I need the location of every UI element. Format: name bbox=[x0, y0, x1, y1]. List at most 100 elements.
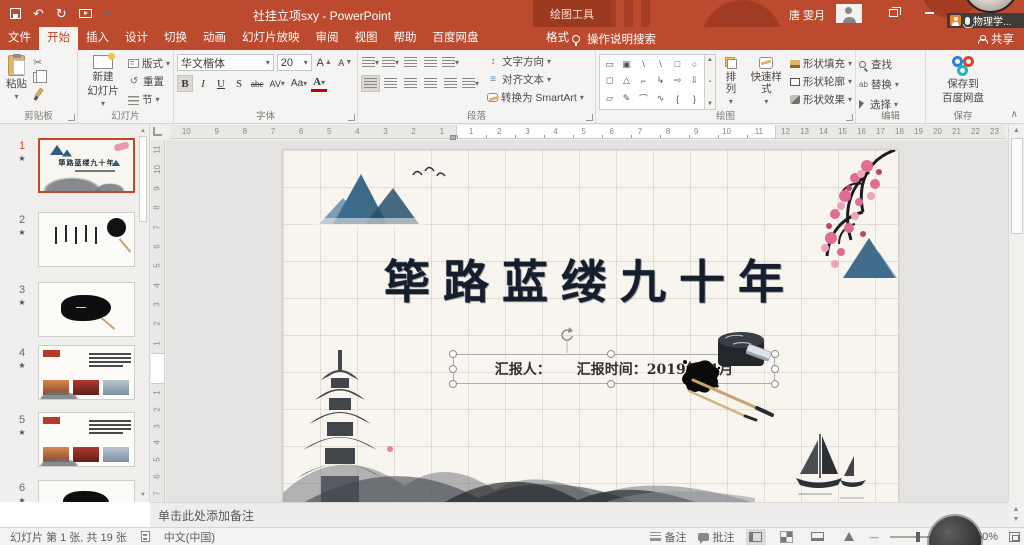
undo-icon[interactable]: ↶ bbox=[33, 7, 44, 20]
slide-title-text[interactable]: 筚路蓝缕九十年 bbox=[283, 246, 898, 312]
shape-glyph[interactable]: □ bbox=[675, 59, 680, 69]
start-slideshow-icon[interactable] bbox=[79, 9, 92, 18]
canvas-scrollbar[interactable]: ▲ bbox=[1008, 124, 1024, 502]
character-spacing-button[interactable]: AV▾ bbox=[268, 75, 287, 92]
zoom-slider-thumb[interactable] bbox=[916, 532, 920, 542]
zoom-out-button[interactable]: — bbox=[870, 532, 879, 542]
align-text-button[interactable]: ≡对齐文本▾ bbox=[487, 72, 584, 87]
selection-handle-sw[interactable] bbox=[449, 380, 457, 388]
qat-customize-icon[interactable]: ▾ bbox=[104, 7, 111, 20]
shape-glyph[interactable]: ▭ bbox=[605, 59, 614, 70]
vertical-ruler[interactable]: 1110987654321 1234567 bbox=[150, 140, 166, 502]
new-slide-button[interactable]: 新建 幻灯片 ▾ bbox=[81, 54, 125, 110]
previous-slide-icon[interactable]: ▲ bbox=[1013, 506, 1020, 514]
decrease-indent-button[interactable] bbox=[401, 54, 420, 71]
tab-slideshow[interactable]: 幻灯片放映 bbox=[234, 27, 308, 50]
shape-glyph[interactable]: { bbox=[676, 94, 679, 104]
replace-button[interactable]: ab替换▾ bbox=[859, 77, 899, 92]
slide-thumbnail-5[interactable] bbox=[38, 412, 135, 467]
comments-toggle-button[interactable]: 批注 bbox=[698, 529, 735, 545]
tab-view[interactable]: 视图 bbox=[347, 27, 386, 50]
shape-glyph[interactable]: ▱ bbox=[606, 93, 613, 104]
align-right-button[interactable] bbox=[401, 75, 420, 92]
align-left-button[interactable] bbox=[361, 75, 380, 92]
shape-glyph[interactable]: ▣ bbox=[622, 59, 631, 70]
selection-handle-n[interactable] bbox=[607, 350, 615, 358]
tab-insert[interactable]: 插入 bbox=[78, 27, 117, 50]
tab-home[interactable]: 开始 bbox=[39, 27, 78, 50]
thumbnail-scroll-up-icon[interactable]: ▲ bbox=[140, 126, 146, 136]
section-button[interactable]: 节▾ bbox=[128, 92, 170, 107]
shape-glyph[interactable]: ○ bbox=[692, 59, 697, 69]
slide-canvas[interactable]: 筚路蓝缕九十年 汇报人： 汇报时间：2019年11月 bbox=[166, 140, 1008, 502]
rotate-handle[interactable] bbox=[559, 326, 575, 354]
sailboats-image[interactable] bbox=[788, 430, 870, 502]
tab-help[interactable]: 帮助 bbox=[386, 27, 425, 50]
canvas-scrollbar-thumb[interactable] bbox=[1011, 138, 1023, 234]
meeting-overlay-bar[interactable]: 物理学... bbox=[947, 13, 1024, 28]
collapse-ribbon-button[interactable]: ∧ bbox=[1011, 109, 1018, 120]
shape-glyph[interactable]: ∿ bbox=[657, 93, 665, 104]
slide-nav-buttons[interactable]: ▲ ▼ bbox=[1008, 502, 1024, 527]
tab-animations[interactable]: 动画 bbox=[195, 27, 234, 50]
columns-button[interactable]: ▾ bbox=[461, 75, 480, 92]
horizontal-ruler[interactable]: 10987654321 1234567891011 12131415161718… bbox=[150, 124, 1008, 140]
shapes-scroll-down-icon[interactable]: ▼ bbox=[707, 101, 713, 107]
slideshow-view-button[interactable] bbox=[839, 529, 859, 545]
notes-pane[interactable]: 单击此处添加备注 bbox=[150, 502, 1008, 527]
drawing-dialog-launcher[interactable] bbox=[846, 114, 853, 121]
grow-font-button[interactable]: A▲ bbox=[315, 54, 334, 71]
convert-smartart-button[interactable]: 转换为 SmartArt▾ bbox=[487, 90, 584, 105]
restore-window-icon[interactable] bbox=[889, 9, 898, 17]
numbering-button[interactable]: ▾ bbox=[381, 54, 400, 71]
slide-thumbnail-2[interactable] bbox=[38, 212, 135, 267]
reset-button[interactable]: ↺重置 bbox=[128, 74, 170, 89]
shape-outline-button[interactable]: 形状轮廓▾ bbox=[790, 74, 852, 89]
bold-button[interactable]: B bbox=[177, 75, 193, 92]
text-shadow-button[interactable]: S bbox=[231, 75, 247, 92]
copy-button[interactable] bbox=[33, 72, 42, 83]
indent-marker[interactable] bbox=[450, 135, 456, 140]
save-to-baidu-button[interactable]: 保存到 百度网盘 bbox=[939, 54, 987, 110]
font-dialog-launcher[interactable] bbox=[348, 114, 355, 121]
fit-slide-to-window-icon[interactable] bbox=[1009, 532, 1020, 542]
notes-placeholder[interactable]: 单击此处添加备注 bbox=[158, 507, 254, 524]
clipboard-dialog-launcher[interactable] bbox=[68, 114, 75, 121]
selection-handle-nw[interactable] bbox=[449, 350, 457, 358]
selection-handle-w[interactable] bbox=[449, 365, 457, 373]
selection-handle-se[interactable] bbox=[771, 380, 779, 388]
tab-baidu-netdisk[interactable]: 百度网盘 bbox=[425, 27, 487, 50]
selection-handle-s[interactable] bbox=[607, 380, 615, 388]
ink-mountains-left-image[interactable] bbox=[313, 162, 425, 232]
line-spacing-button[interactable]: ▾ bbox=[441, 54, 460, 71]
redo-icon[interactable]: ↻ bbox=[56, 7, 67, 20]
tab-file[interactable]: 文件 bbox=[0, 27, 39, 50]
normal-view-button[interactable] bbox=[746, 529, 766, 545]
shape-fill-button[interactable]: 形状填充▾ bbox=[790, 56, 852, 71]
minimize-icon[interactable] bbox=[925, 12, 934, 14]
slide-sorter-view-button[interactable] bbox=[777, 529, 797, 545]
shape-glyph[interactable]: △ bbox=[623, 75, 630, 86]
reading-view-button[interactable] bbox=[808, 529, 828, 545]
shapes-gallery[interactable]: ▭▣\\□○◻△⌐↳⇨⇩▱✎⌒∿{} bbox=[599, 54, 705, 110]
font-size-combobox[interactable]: 20 ▾ bbox=[277, 54, 312, 71]
shape-glyph[interactable]: ✎ bbox=[623, 93, 631, 104]
shape-glyph[interactable]: \ bbox=[659, 59, 662, 69]
tab-transitions[interactable]: 切换 bbox=[156, 27, 195, 50]
find-button[interactable]: 查找 bbox=[859, 57, 899, 72]
thumbnail-scrollbar-thumb[interactable] bbox=[139, 136, 147, 222]
cut-button[interactable]: ✂ bbox=[33, 56, 45, 69]
next-slide-icon[interactable]: ▼ bbox=[1013, 516, 1020, 524]
shapes-scroll-up-icon[interactable]: ▲ bbox=[707, 57, 713, 63]
font-name-combobox[interactable]: 华文楷体 ▾ bbox=[177, 54, 274, 71]
underline-button[interactable]: U bbox=[213, 75, 229, 92]
shape-glyph[interactable]: ◻ bbox=[606, 75, 613, 86]
share-button[interactable]: 共享 bbox=[978, 27, 1014, 50]
distribute-button[interactable] bbox=[441, 75, 460, 92]
shape-glyph[interactable]: ⇨ bbox=[674, 75, 682, 86]
slide-thumbnail-3[interactable] bbox=[38, 282, 135, 337]
shrink-font-button[interactable]: A▼ bbox=[337, 54, 354, 71]
thumbnail-scrollbar[interactable]: ▲ ▼ bbox=[138, 126, 148, 500]
font-color-button[interactable]: A▾ bbox=[311, 75, 327, 92]
accessibility-icon[interactable] bbox=[141, 531, 150, 542]
